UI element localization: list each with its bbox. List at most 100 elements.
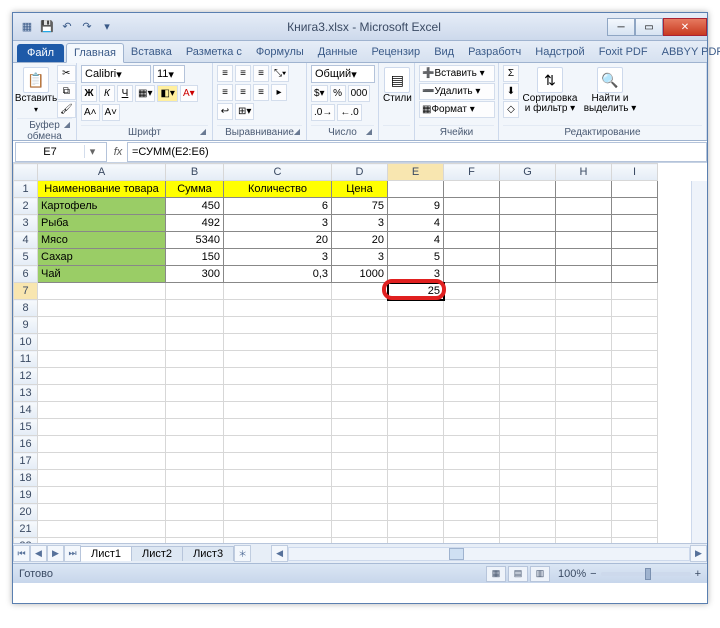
cell-G13[interactable] — [500, 385, 556, 402]
cell-G6[interactable] — [500, 266, 556, 283]
cell-H19[interactable] — [556, 487, 612, 504]
row-header-6[interactable]: 6 — [14, 266, 38, 283]
cell-I3[interactable] — [612, 215, 658, 232]
page-break-view-button[interactable]: ▥ — [530, 566, 550, 582]
row-header-18[interactable]: 18 — [14, 470, 38, 487]
tab-Разметка с[interactable]: Разметка с — [179, 43, 249, 62]
row-header-9[interactable]: 9 — [14, 317, 38, 334]
cell-I15[interactable] — [612, 419, 658, 436]
cell-A4[interactable]: Мясо — [38, 232, 166, 249]
col-header-C[interactable]: C — [224, 164, 332, 181]
cell-A5[interactable]: Сахар — [38, 249, 166, 266]
cell-C8[interactable] — [224, 300, 332, 317]
undo-icon[interactable]: ↶ — [59, 19, 75, 35]
cell-C3[interactable]: 3 — [224, 215, 332, 232]
cell-D5[interactable]: 3 — [332, 249, 388, 266]
row-header-11[interactable]: 11 — [14, 351, 38, 368]
cell-B8[interactable] — [166, 300, 224, 317]
cell-D12[interactable] — [332, 368, 388, 385]
align-left-button[interactable]: ≡ — [217, 84, 233, 101]
cell-D3[interactable]: 3 — [332, 215, 388, 232]
cell-G7[interactable] — [500, 283, 556, 300]
new-sheet-button[interactable]: ＊ — [234, 545, 251, 562]
sheet-nav-first[interactable]: ⏮ — [13, 545, 30, 562]
cell-H10[interactable] — [556, 334, 612, 351]
row-header-10[interactable]: 10 — [14, 334, 38, 351]
cell-A1[interactable]: Наименование товара — [38, 181, 166, 198]
cell-E5[interactable]: 5 — [388, 249, 444, 266]
sheet-tab-Лист2[interactable]: Лист2 — [131, 546, 183, 561]
horizontal-scrollbar[interactable]: ◀▶ — [271, 546, 707, 562]
align-center-button[interactable]: ≡ — [235, 84, 251, 101]
cell-F13[interactable] — [444, 385, 500, 402]
sheet-nav-prev[interactable]: ◀ — [30, 545, 47, 562]
cell-I19[interactable] — [612, 487, 658, 504]
align-bottom-button[interactable]: ≡ — [253, 65, 269, 82]
cell-C21[interactable] — [224, 521, 332, 538]
worksheet-grid[interactable]: ABCDEFGHI1Наименование товараСуммаКоличе… — [13, 163, 707, 543]
cell-F18[interactable] — [444, 470, 500, 487]
number-format-combo[interactable]: Общий ▾ — [311, 65, 375, 83]
col-header-I[interactable]: I — [612, 164, 658, 181]
cell-D15[interactable] — [332, 419, 388, 436]
cell-E8[interactable] — [388, 300, 444, 317]
cell-E20[interactable] — [388, 504, 444, 521]
find-select-button[interactable]: 🔍 Найти и выделить ▾ — [581, 65, 639, 114]
border-button[interactable]: ▦▾ — [135, 85, 155, 102]
cell-I2[interactable] — [612, 198, 658, 215]
row-header-16[interactable]: 16 — [14, 436, 38, 453]
cell-G12[interactable] — [500, 368, 556, 385]
cell-F11[interactable] — [444, 351, 500, 368]
tab-Главная[interactable]: Главная — [66, 43, 124, 63]
cell-E13[interactable] — [388, 385, 444, 402]
cell-G16[interactable] — [500, 436, 556, 453]
col-header-G[interactable]: G — [500, 164, 556, 181]
cell-I21[interactable] — [612, 521, 658, 538]
paste-button[interactable]: 📋 Вставить ▾ — [17, 65, 55, 114]
bold-button[interactable]: Ж — [81, 85, 97, 102]
cell-H5[interactable] — [556, 249, 612, 266]
cell-H15[interactable] — [556, 419, 612, 436]
cell-C15[interactable] — [224, 419, 332, 436]
cell-B13[interactable] — [166, 385, 224, 402]
tab-Разработч[interactable]: Разработч — [461, 43, 528, 62]
cell-E19[interactable] — [388, 487, 444, 504]
insert-cells-button[interactable]: ➕ Вставить ▾ — [419, 65, 495, 82]
cell-E17[interactable] — [388, 453, 444, 470]
cell-B3[interactable]: 492 — [166, 215, 224, 232]
tab-Данные[interactable]: Данные — [311, 43, 365, 62]
cell-C18[interactable] — [224, 470, 332, 487]
decrease-decimal-button[interactable]: ←.0 — [337, 104, 361, 121]
zoom-level[interactable]: 100% — [558, 568, 586, 580]
col-header-A[interactable]: A — [38, 164, 166, 181]
cell-E9[interactable] — [388, 317, 444, 334]
row-header-17[interactable]: 17 — [14, 453, 38, 470]
cell-G2[interactable] — [500, 198, 556, 215]
cell-C16[interactable] — [224, 436, 332, 453]
cell-D22[interactable] — [332, 538, 388, 544]
cell-C1[interactable]: Количество — [224, 181, 332, 198]
cell-D2[interactable]: 75 — [332, 198, 388, 215]
cell-F7[interactable] — [444, 283, 500, 300]
font-size-combo[interactable]: 11 ▾ — [153, 65, 185, 83]
cell-I11[interactable] — [612, 351, 658, 368]
increase-decimal-button[interactable]: .0→ — [311, 104, 335, 121]
cell-F6[interactable] — [444, 266, 500, 283]
vertical-scrollbar[interactable] — [691, 181, 707, 543]
cell-H22[interactable] — [556, 538, 612, 544]
cell-C13[interactable] — [224, 385, 332, 402]
cell-F16[interactable] — [444, 436, 500, 453]
maximize-button[interactable]: ▭ — [635, 18, 663, 36]
cell-C14[interactable] — [224, 402, 332, 419]
cell-C7[interactable] — [224, 283, 332, 300]
cell-D11[interactable] — [332, 351, 388, 368]
cell-E4[interactable]: 4 — [388, 232, 444, 249]
tab-Foxit PDF[interactable]: Foxit PDF — [592, 43, 655, 62]
format-cells-button[interactable]: ▦ Формат ▾ — [419, 101, 495, 118]
sheet-nav-last[interactable]: ⏭ — [64, 545, 81, 562]
tab-ABBYY PDF[interactable]: ABBYY PDF — [655, 43, 720, 62]
tab-Рецензир[interactable]: Рецензир — [365, 43, 428, 62]
cell-G9[interactable] — [500, 317, 556, 334]
minimize-button[interactable]: ─ — [607, 18, 635, 36]
cell-E15[interactable] — [388, 419, 444, 436]
